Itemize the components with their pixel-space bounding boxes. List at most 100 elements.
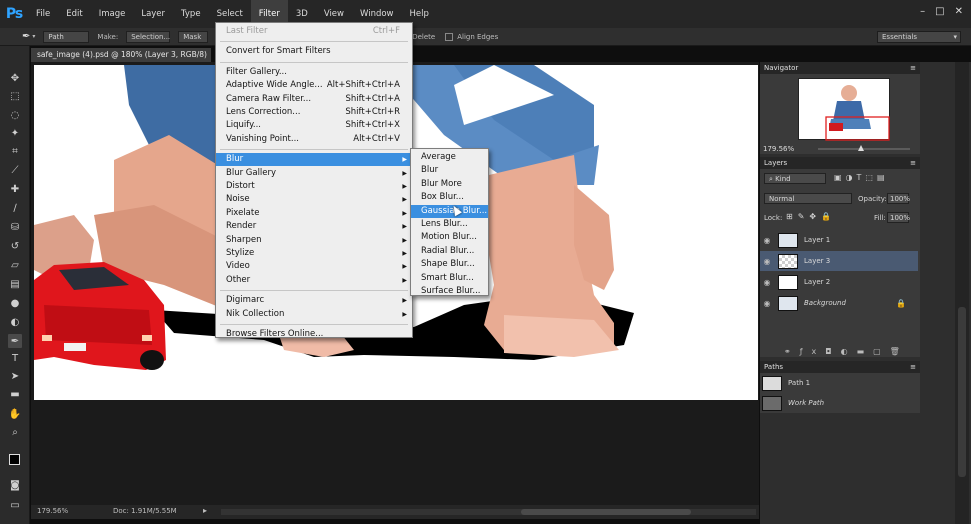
navigator-title[interactable]: Navigator bbox=[764, 64, 798, 72]
menu-item-filter-gallery[interactable]: Filter Gallery... bbox=[216, 66, 412, 79]
menu-item-distort[interactable]: Distort ▶ bbox=[216, 180, 412, 193]
document-size-info[interactable]: Doc: 1.91M/5.55M bbox=[113, 507, 177, 515]
lock-icons[interactable]: ⊞✎✥🔒 bbox=[786, 212, 836, 221]
visibility-eye-icon[interactable]: ◉ bbox=[760, 257, 774, 266]
menu-item-other[interactable]: Other ▶ bbox=[216, 274, 412, 287]
zoom-slider-handle[interactable] bbox=[858, 145, 864, 151]
workspace-select[interactable]: Essentials bbox=[877, 31, 961, 43]
menu-item-adaptive-wide-angle[interactable]: Adaptive Wide Angle... Alt+Shift+Ctrl+A bbox=[216, 79, 412, 92]
align-edges-checkbox[interactable] bbox=[445, 32, 454, 41]
navigator-zoom[interactable]: 179.56% bbox=[763, 145, 794, 153]
shape-tool-icon[interactable]: ▬ bbox=[8, 387, 22, 401]
menu-item-video[interactable]: Video ▶ bbox=[216, 260, 412, 273]
menu-item-noise[interactable]: Noise ▶ bbox=[216, 193, 412, 206]
lasso-tool-icon[interactable]: ◌ bbox=[8, 108, 22, 122]
visibility-eye-icon[interactable]: ◉ bbox=[760, 236, 774, 245]
history-brush-tool-icon[interactable]: ↺ bbox=[8, 239, 22, 253]
path-mode-select[interactable]: Path bbox=[43, 30, 90, 43]
path-select-tool-icon[interactable]: ➤ bbox=[8, 369, 22, 383]
healing-brush-tool-icon[interactable]: ✚ bbox=[8, 182, 22, 196]
layers-title[interactable]: Layers bbox=[764, 159, 787, 167]
menu-item-radial-blur[interactable]: Radial Blur... bbox=[411, 245, 488, 258]
hand-tool-icon[interactable]: ✋ bbox=[8, 407, 22, 421]
marquee-tool-icon[interactable]: ⬚ bbox=[8, 89, 22, 103]
move-tool-icon[interactable]: ✥ bbox=[8, 71, 22, 85]
menu-item-pixelate[interactable]: Pixelate ▶ bbox=[216, 207, 412, 220]
path-name[interactable]: Path 1 bbox=[788, 379, 810, 387]
menu-item-blur-gallery[interactable]: Blur Gallery ▶ bbox=[216, 167, 412, 180]
menu-file[interactable]: File bbox=[28, 0, 58, 28]
zoom-tool-icon[interactable]: ⌕ bbox=[8, 425, 22, 439]
menu-item-lens-blur[interactable]: Lens Blur... bbox=[411, 218, 488, 231]
opacity-input[interactable]: 100% bbox=[887, 193, 910, 204]
document-tab[interactable]: safe_image (4).psd @ 180% (Layer 3, RGB/… bbox=[31, 48, 211, 73]
layer-row[interactable]: ◉ Layer 3 bbox=[760, 251, 918, 271]
type-tool-icon[interactable]: T bbox=[8, 351, 22, 365]
layer-name[interactable]: Layer 1 bbox=[804, 236, 830, 244]
pen-tool-icon[interactable]: ✒ bbox=[22, 31, 30, 42]
menu-item-sharpen[interactable]: Sharpen ▶ bbox=[216, 234, 412, 247]
panel-menu-icon[interactable]: ≡ bbox=[910, 157, 916, 169]
clone-stamp-tool-icon[interactable]: ⛁ bbox=[8, 220, 22, 234]
menu-item-lens-correction[interactable]: Lens Correction... Shift+Ctrl+R bbox=[216, 106, 412, 119]
menu-item-surface-blur[interactable]: Surface Blur... bbox=[411, 285, 488, 298]
path-name[interactable]: Work Path bbox=[788, 399, 824, 407]
panel-scroll-thumb[interactable] bbox=[958, 307, 966, 477]
layer-name[interactable]: Layer 2 bbox=[804, 278, 830, 286]
crop-tool-icon[interactable]: ⌗ bbox=[8, 144, 22, 158]
paths-title[interactable]: Paths bbox=[764, 363, 783, 371]
layer-name[interactable]: Layer 3 bbox=[804, 257, 830, 265]
eyedropper-tool-icon[interactable]: ⟋ bbox=[8, 163, 22, 177]
horizontal-scrollbar[interactable] bbox=[221, 509, 756, 515]
menu-item-last-filter[interactable]: Last Filter Ctrl+F bbox=[216, 25, 412, 38]
gradient-tool-icon[interactable]: ▤ bbox=[8, 277, 22, 291]
brush-tool-icon[interactable]: ∕ bbox=[8, 201, 22, 215]
foreground-color-swatch[interactable] bbox=[9, 454, 20, 465]
panel-menu-icon[interactable]: ≡ bbox=[910, 62, 916, 74]
menu-item-vanishing-point[interactable]: Vanishing Point... Alt+Ctrl+V bbox=[216, 133, 412, 146]
maximize-button[interactable]: □ bbox=[935, 6, 944, 17]
path-row[interactable]: Path 1 bbox=[760, 373, 918, 393]
layer-name[interactable]: Background bbox=[804, 299, 846, 307]
menu-item-nik-collection[interactable]: Nik Collection ▶ bbox=[216, 308, 412, 321]
fill-input[interactable]: 100% bbox=[887, 212, 910, 223]
menu-item-smart-blur[interactable]: Smart Blur... bbox=[411, 272, 488, 285]
quick-mask-icon[interactable]: ◙ bbox=[8, 478, 22, 492]
menu-item-camera-raw-filter[interactable]: Camera Raw Filter... Shift+Ctrl+A bbox=[216, 93, 412, 106]
menu-item-stylize[interactable]: Stylize ▶ bbox=[216, 247, 412, 260]
path-row[interactable]: Work Path bbox=[760, 393, 918, 413]
eraser-tool-icon[interactable]: ▱ bbox=[8, 258, 22, 272]
panel-menu-icon[interactable]: ≡ bbox=[910, 361, 916, 373]
menu-type[interactable]: Type bbox=[173, 0, 209, 28]
screen-mode-icon[interactable]: ▭ bbox=[8, 498, 22, 512]
menu-item-box-blur[interactable]: Box Blur... bbox=[411, 191, 488, 204]
visibility-eye-icon[interactable]: ◉ bbox=[760, 278, 774, 287]
menu-edit[interactable]: Edit bbox=[58, 0, 90, 28]
selection-button[interactable]: Selection... bbox=[126, 30, 171, 43]
layer-row[interactable]: ◉ Layer 1 bbox=[760, 230, 918, 250]
dodge-tool-icon[interactable]: ◐ bbox=[8, 315, 22, 329]
menu-item-blur-more[interactable]: Blur More bbox=[411, 178, 488, 191]
blend-mode-select[interactable]: Normal bbox=[764, 193, 852, 204]
layer-filter-select[interactable]: ⌕ Kind bbox=[764, 173, 826, 184]
pen-tool-icon[interactable]: ✒ bbox=[8, 334, 22, 348]
layer-filter-icons[interactable]: ▣◑T⬚▤ bbox=[834, 173, 889, 182]
menu-item-blur[interactable]: Blur bbox=[411, 164, 488, 177]
menu-item-shape-blur[interactable]: Shape Blur... bbox=[411, 258, 488, 271]
menu-item-blur[interactable]: Blur ▶ bbox=[216, 153, 412, 167]
layer-row[interactable]: ◉ Background 🔒 bbox=[760, 293, 918, 313]
horizontal-scroll-thumb[interactable] bbox=[521, 509, 691, 515]
panel-scrollbar[interactable] bbox=[955, 62, 969, 524]
status-menu-arrow-icon[interactable]: ▸ bbox=[203, 506, 207, 515]
navigator-zoom-slider[interactable] bbox=[818, 145, 910, 151]
zoom-level[interactable]: 179.56% bbox=[37, 507, 68, 515]
menu-item-render[interactable]: Render ▶ bbox=[216, 220, 412, 233]
blur-tool-icon[interactable]: ● bbox=[8, 296, 22, 310]
close-button[interactable]: ✕ bbox=[955, 6, 963, 17]
menu-layer[interactable]: Layer bbox=[133, 0, 173, 28]
delete-label[interactable]: Delete bbox=[412, 33, 435, 41]
menu-item-average[interactable]: Average bbox=[411, 151, 488, 164]
menu-item-browse-filters-online[interactable]: Browse Filters Online... bbox=[216, 328, 412, 341]
mask-button[interactable]: Mask bbox=[178, 30, 209, 43]
chevron-down-icon[interactable]: ▾ bbox=[32, 33, 35, 40]
